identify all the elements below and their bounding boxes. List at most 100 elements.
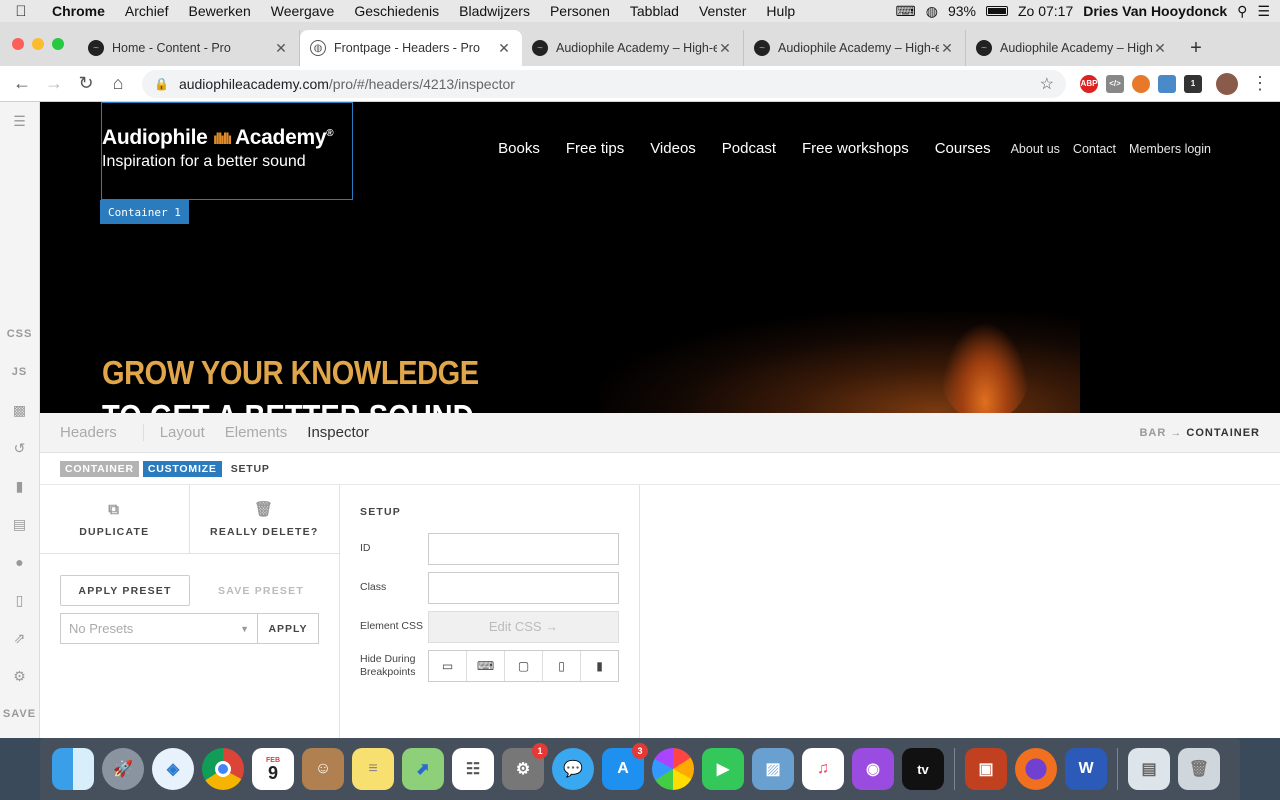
dropdown-circle-icon[interactable]: ● bbox=[0, 543, 40, 581]
preview-icon[interactable]: ▨ bbox=[752, 748, 794, 790]
messages-icon[interactable]: 💬 bbox=[552, 748, 594, 790]
menu-bladwijzers[interactable]: Bladwijzers bbox=[449, 3, 540, 19]
site-logo[interactable]: Audiophile ıllıllı Academy® bbox=[102, 126, 334, 150]
music-icon[interactable]: ♫ bbox=[802, 748, 844, 790]
photos-icon[interactable] bbox=[652, 748, 694, 790]
tab-close-icon[interactable]: ✕ bbox=[1152, 40, 1168, 57]
nav-books[interactable]: Books bbox=[498, 140, 540, 157]
tab-elements[interactable]: Elements bbox=[215, 424, 298, 441]
edit-css-button[interactable]: Edit CSS → bbox=[428, 610, 619, 643]
profile-avatar[interactable] bbox=[1216, 72, 1238, 95]
menu-hulp[interactable]: Hulp bbox=[756, 3, 805, 19]
back-arrow-icon[interactable]: ← bbox=[6, 73, 38, 94]
minimize-window-button[interactable] bbox=[32, 38, 44, 50]
system-preferences-icon[interactable]: ⚙ 1 bbox=[502, 743, 548, 790]
browser-tab[interactable]: ~ Home - Content - Pro ✕ bbox=[78, 30, 300, 66]
menu-personen[interactable]: Personen bbox=[540, 3, 620, 19]
tab-close-icon[interactable]: ✕ bbox=[939, 40, 955, 57]
orange-extension-icon[interactable] bbox=[1132, 74, 1150, 93]
nav-contact[interactable]: Contact bbox=[1073, 142, 1116, 156]
hamburger-menu-icon[interactable]: ☰ bbox=[0, 102, 40, 140]
duplicate-button[interactable]: ⧉ DUPLICATE bbox=[40, 485, 190, 553]
keyboard-icon[interactable]: ⌨ bbox=[896, 3, 916, 20]
adblock-plus-icon[interactable]: ABP bbox=[1080, 74, 1098, 93]
chrome-menu-icon[interactable]: ⋮ bbox=[1244, 73, 1276, 94]
wifi-icon[interactable]: ◍ bbox=[926, 3, 938, 20]
browser-tab-active[interactable]: ◍ Frontpage - Headers - Pro ✕ bbox=[300, 30, 522, 66]
preset-select[interactable]: No Presets ▼ bbox=[60, 613, 258, 644]
app-store-icon[interactable]: A3 bbox=[602, 743, 648, 790]
facetime-icon[interactable]: ▶ bbox=[702, 748, 744, 790]
tab-close-icon[interactable]: ✕ bbox=[496, 40, 512, 57]
tab-layout[interactable]: Layout bbox=[150, 424, 215, 441]
settings-gear-icon[interactable]: ⚙ bbox=[0, 657, 40, 695]
chrome-icon[interactable] bbox=[202, 748, 244, 790]
forward-arrow-icon[interactable]: → bbox=[38, 73, 70, 94]
battery-icon[interactable] bbox=[985, 6, 1008, 16]
device-preview-icon[interactable]: ▯ bbox=[0, 581, 40, 619]
class-input[interactable] bbox=[428, 571, 619, 604]
crumb-bar[interactable]: BAR bbox=[1139, 427, 1166, 439]
external-link-icon[interactable]: ⇗ bbox=[0, 619, 40, 657]
browser-tab[interactable]: ~ Audiophile Academy – High-e ✕ bbox=[744, 30, 966, 66]
nav-videos[interactable]: Videos bbox=[650, 140, 696, 157]
tab-close-icon[interactable]: ✕ bbox=[717, 40, 733, 57]
menu-app-name[interactable]: Chrome bbox=[42, 3, 115, 19]
bookmark-star-icon[interactable]: ☆ bbox=[1040, 74, 1054, 94]
js-button[interactable]: JS bbox=[0, 353, 40, 391]
apple-menu-icon[interactable]:  bbox=[0, 3, 42, 20]
desktop-icon[interactable]: ▭ bbox=[429, 650, 467, 681]
trash-icon[interactable]: 🗑 bbox=[1178, 748, 1220, 790]
new-tab-button[interactable]: + bbox=[1178, 30, 1214, 66]
podcasts-icon[interactable]: ◉ bbox=[852, 748, 894, 790]
menu-venster[interactable]: Venster bbox=[689, 3, 756, 19]
menu-weergave[interactable]: Weergave bbox=[261, 3, 345, 19]
user-name[interactable]: Dries Van Hooydonck bbox=[1083, 3, 1227, 19]
nav-podcast[interactable]: Podcast bbox=[722, 140, 776, 157]
downloads-folder-icon[interactable]: ▤ bbox=[1128, 748, 1170, 790]
apply-button[interactable]: APPLY bbox=[258, 613, 319, 644]
id-input[interactable] bbox=[428, 532, 619, 565]
menu-geschiedenis[interactable]: Geschiedenis bbox=[344, 3, 449, 19]
safari-compass-icon[interactable]: ◈ bbox=[152, 748, 194, 790]
spotlight-search-icon[interactable]: ⚲ bbox=[1237, 3, 1247, 20]
clock[interactable]: Zo 07:17 bbox=[1018, 3, 1073, 19]
css-button[interactable]: CSS bbox=[0, 315, 40, 353]
firefox-icon[interactable] bbox=[1015, 748, 1057, 790]
menu-bewerken[interactable]: Bewerken bbox=[178, 3, 260, 19]
microsoft-word-icon[interactable]: W bbox=[1065, 748, 1107, 790]
save-preset-button[interactable]: SAVE PRESET bbox=[218, 585, 304, 597]
nav-about-us[interactable]: About us bbox=[1011, 142, 1060, 156]
templates-icon[interactable]: ▤ bbox=[0, 505, 40, 543]
browser-tab[interactable]: ~ Audiophile Academy – High-e ✕ bbox=[966, 30, 1178, 66]
launchpad-icon[interactable]: 🚀 bbox=[102, 748, 144, 790]
address-bar[interactable]: 🔒 audiophileacademy.com/pro/#/headers/42… bbox=[142, 69, 1066, 98]
comments-icon[interactable]: ▩ bbox=[0, 391, 40, 429]
breadcrumb-container[interactable]: CONTAINER bbox=[60, 460, 139, 477]
close-window-button[interactable] bbox=[12, 38, 24, 50]
nav-free-tips[interactable]: Free tips bbox=[566, 140, 624, 157]
notification-center-icon[interactable]: ☰ bbox=[1257, 3, 1270, 20]
phone-icon[interactable]: ▮ bbox=[581, 651, 618, 681]
home-icon[interactable]: ⌂ bbox=[102, 73, 134, 94]
reload-icon[interactable]: ↻ bbox=[70, 73, 102, 94]
tablet-portrait-icon[interactable]: ▯ bbox=[543, 650, 581, 681]
battery-percent[interactable]: 93% bbox=[948, 3, 976, 19]
maps-icon[interactable]: ⬈ bbox=[402, 748, 444, 790]
finder-icon[interactable] bbox=[52, 748, 94, 790]
counter-extension-icon[interactable]: 1 bbox=[1184, 74, 1202, 93]
breadcrumb-setup[interactable]: SETUP bbox=[226, 461, 275, 477]
photo-booth-icon[interactable]: ▣ bbox=[965, 748, 1007, 790]
laptop-icon[interactable]: ⌨ bbox=[467, 650, 505, 681]
nav-members-login[interactable]: Members login bbox=[1129, 142, 1211, 156]
tab-close-icon[interactable]: ✕ bbox=[273, 40, 289, 57]
notes-icon[interactable]: ≡ bbox=[352, 748, 394, 790]
zoom-window-button[interactable] bbox=[52, 38, 64, 50]
tablet-landscape-icon[interactable]: ▢ bbox=[505, 650, 543, 681]
contacts-icon[interactable]: ☺ bbox=[302, 748, 344, 790]
selected-container-outline[interactable] bbox=[101, 102, 353, 200]
browser-tab[interactable]: ~ Audiophile Academy – High-e ✕ bbox=[522, 30, 744, 66]
nav-free-workshops[interactable]: Free workshops bbox=[802, 140, 909, 157]
history-icon[interactable]: ↺ bbox=[0, 429, 40, 467]
apple-tv-icon[interactable]: tv bbox=[902, 748, 944, 790]
